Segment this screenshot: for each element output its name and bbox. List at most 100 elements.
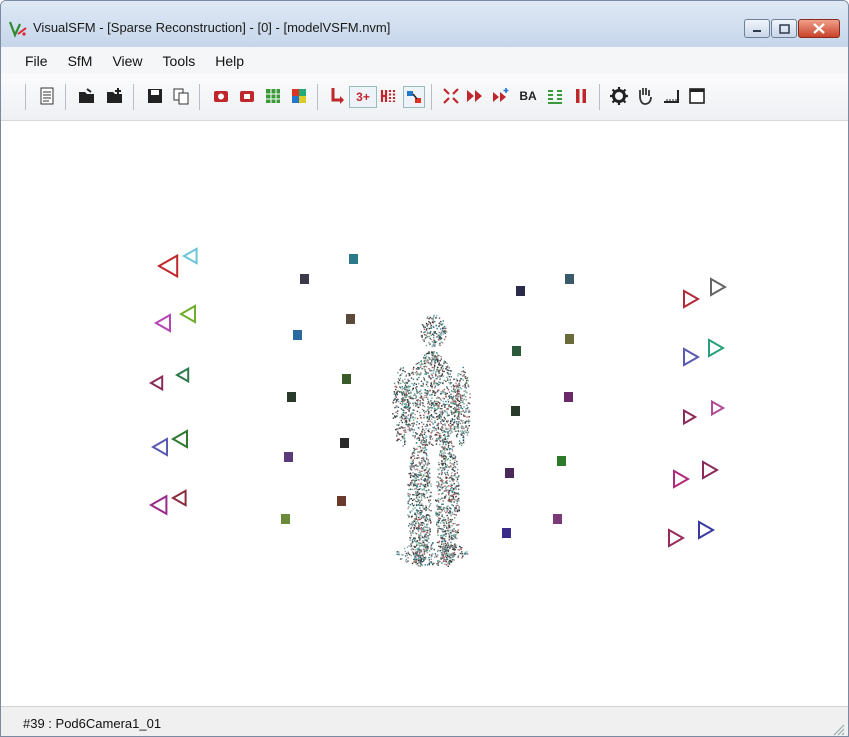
camera-frustum[interactable]	[150, 437, 168, 457]
camera-frustum[interactable]	[711, 399, 726, 417]
minimize-icon	[753, 29, 761, 32]
camera-frustum[interactable]	[170, 429, 188, 449]
grid-small-icon	[548, 90, 562, 104]
camera-frustum[interactable]	[181, 247, 198, 265]
document-icon	[40, 87, 54, 105]
camera-thumbnail[interactable]	[512, 346, 521, 356]
feature-detect-button[interactable]	[237, 86, 257, 106]
menu-file[interactable]: File	[1, 53, 58, 69]
camera-frustum[interactable]	[708, 338, 726, 358]
camera-frustum[interactable]	[148, 494, 168, 516]
toolbar-separator	[431, 84, 432, 110]
hand-tool-button[interactable]	[635, 86, 655, 106]
camera-thumbnail[interactable]	[349, 254, 358, 264]
camera-thumbnail[interactable]	[346, 314, 355, 324]
open-nvm-button[interactable]	[105, 86, 125, 106]
window-controls	[743, 19, 840, 40]
camera-frustum[interactable]	[148, 374, 164, 392]
menu-help[interactable]: Help	[205, 53, 254, 69]
camera-thumbnail[interactable]	[516, 286, 525, 296]
three-plus-button[interactable]: 3+	[349, 86, 377, 108]
forward-arrows-icon	[467, 90, 482, 102]
menu-tools[interactable]: Tools	[153, 53, 206, 69]
bundle-adjust-button[interactable]: BA	[515, 86, 541, 106]
pair-match-icon	[407, 91, 421, 103]
camera-frustum[interactable]	[702, 460, 720, 480]
camera-frustum[interactable]	[683, 347, 701, 367]
open-folder-plus-icon	[107, 88, 122, 103]
camera-thumbnail[interactable]	[337, 496, 346, 506]
save-button[interactable]	[145, 86, 165, 106]
camera-thumbnail[interactable]	[565, 334, 574, 344]
forward-plus-button[interactable]	[491, 86, 511, 106]
camera-thumbnail[interactable]	[564, 392, 573, 402]
resize-grip-icon[interactable]	[831, 722, 845, 736]
forward-button[interactable]	[465, 86, 485, 106]
camera-thumbnail[interactable]	[553, 514, 562, 524]
camera-frustum[interactable]	[178, 304, 196, 324]
camera-frustum[interactable]	[153, 313, 171, 333]
ruler-icon	[664, 90, 679, 103]
close-button[interactable]	[798, 19, 840, 38]
sparse-reconstruction-button[interactable]	[327, 86, 347, 106]
camera-thumbnail[interactable]	[342, 374, 351, 384]
camera-thumbnail[interactable]	[340, 438, 349, 448]
window-icon	[689, 88, 705, 104]
menu-sfm[interactable]: SfM	[58, 53, 103, 69]
sparse-reconstruction-scene[interactable]	[1, 121, 849, 706]
expand-icon	[443, 88, 459, 104]
app-window: VisualSFM - [Sparse Reconstruction] - [0…	[0, 0, 849, 737]
match-grid-button[interactable]	[263, 86, 283, 106]
log-window-button[interactable]	[37, 86, 57, 106]
camera-frustum[interactable]	[668, 528, 686, 548]
settings-button[interactable]	[609, 86, 629, 106]
compute-missing-button[interactable]	[211, 86, 231, 106]
visualsfm-logo-icon	[8, 21, 27, 38]
copy-icon	[173, 88, 189, 105]
grid-match-icon	[266, 89, 280, 103]
camera-thumbnail[interactable]	[287, 392, 296, 402]
toolbar-separator	[199, 84, 200, 110]
gear-icon	[610, 87, 628, 105]
toolbar-separator	[317, 84, 318, 110]
3d-viewport[interactable]	[1, 121, 849, 706]
minimize-button[interactable]	[744, 19, 770, 38]
title-bar[interactable]: VisualSFM - [Sparse Reconstruction] - [0…	[1, 1, 848, 48]
window-mode-button[interactable]	[687, 86, 707, 106]
maximize-button[interactable]	[771, 19, 797, 38]
red-camera-icon	[214, 91, 228, 102]
expand-button[interactable]	[441, 86, 461, 106]
camera-frustum[interactable]	[174, 366, 190, 384]
camera-frustum[interactable]	[170, 489, 187, 507]
camera-frustum[interactable]	[673, 469, 691, 489]
camera-thumbnail[interactable]	[502, 528, 511, 538]
camera-frustum[interactable]	[683, 289, 701, 309]
camera-frustum[interactable]	[710, 277, 728, 297]
camera-thumbnail[interactable]	[511, 406, 520, 416]
copy-button[interactable]	[171, 86, 191, 106]
status-text: #39 : Pod6Camera1_01	[23, 716, 162, 731]
toolbar-separator	[133, 84, 134, 110]
color-grid-button[interactable]	[289, 86, 309, 106]
camera-thumbnail[interactable]	[284, 452, 293, 462]
toolbar-separator	[65, 84, 66, 110]
camera-thumbnail[interactable]	[281, 514, 290, 524]
color-grid-icon	[292, 89, 306, 103]
camera-thumbnail[interactable]	[505, 468, 514, 478]
camera-thumbnail[interactable]	[300, 274, 309, 284]
camera-frustum[interactable]	[683, 408, 698, 426]
open-multi-images-button[interactable]	[77, 86, 97, 106]
camera-thumbnail[interactable]	[293, 330, 302, 340]
camera-thumbnail[interactable]	[565, 274, 574, 284]
menu-view[interactable]: View	[102, 53, 152, 69]
grid-small-button[interactable]	[545, 86, 565, 106]
camera-thumbnail[interactable]	[557, 456, 566, 466]
missing-match-button[interactable]	[379, 86, 399, 106]
camera-frustum[interactable]	[156, 253, 179, 279]
menu-bar: File SfM View Tools Help	[1, 47, 848, 74]
pause-button[interactable]	[571, 86, 591, 106]
ruler-button[interactable]	[661, 86, 681, 106]
open-folder-icon	[79, 88, 94, 103]
pair-match-button[interactable]	[403, 86, 425, 108]
camera-frustum[interactable]	[698, 520, 716, 540]
